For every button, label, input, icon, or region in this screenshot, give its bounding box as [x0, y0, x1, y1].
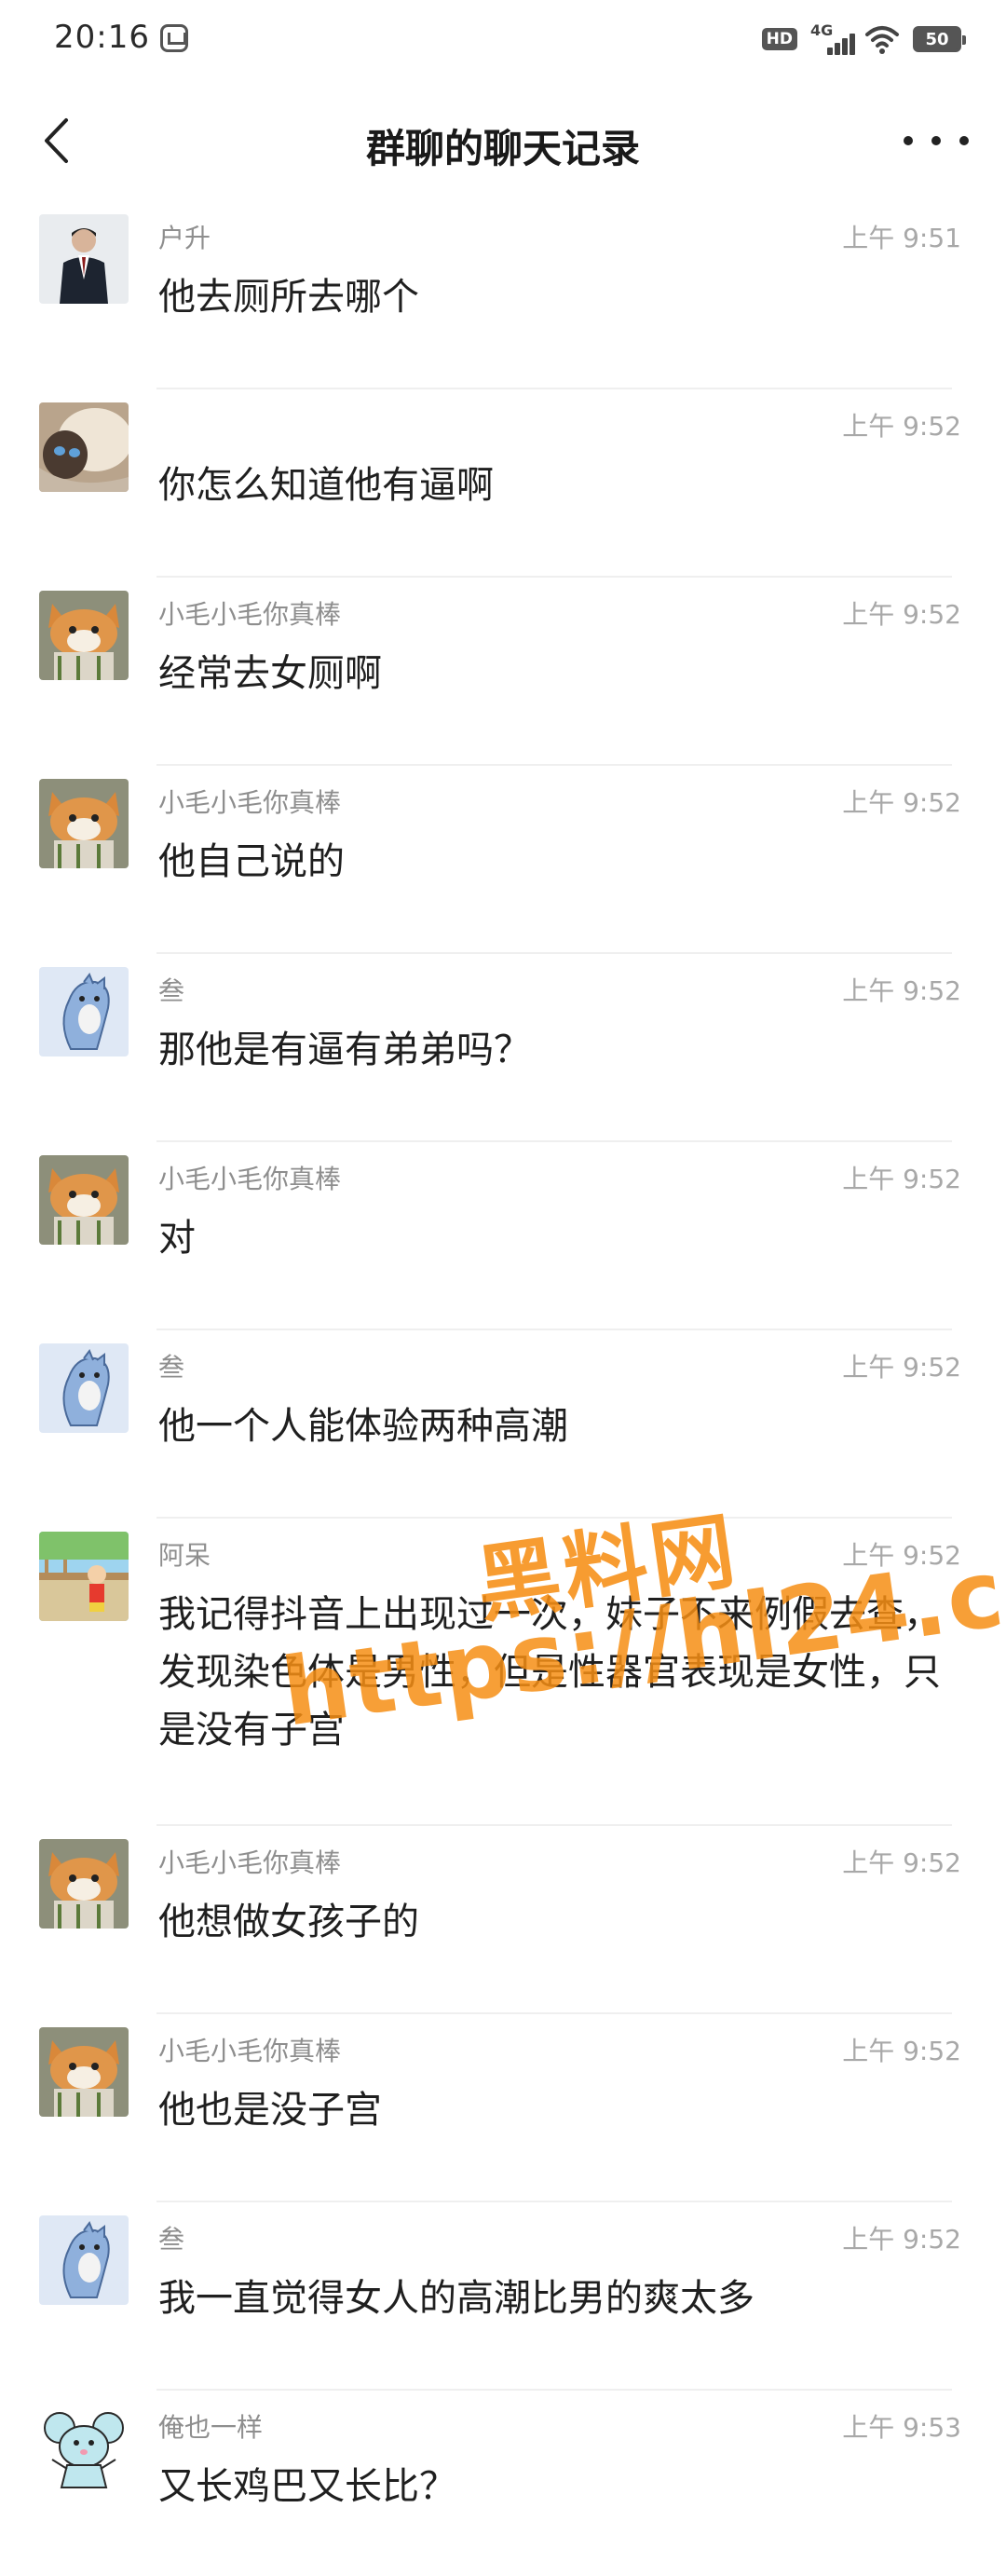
hd-icon: HD: [761, 28, 797, 50]
message-text: 对: [158, 1217, 196, 1260]
orange-cat-avatar[interactable]: [39, 779, 129, 868]
message-item[interactable]: 小毛小毛你真棒 上午 9:52 对: [0, 1142, 1006, 1330]
sender-name: 小毛小毛你真棒: [158, 599, 342, 630]
orange-cat-avatar[interactable]: [39, 1155, 129, 1245]
sender-name: 小毛小毛你真棒: [158, 787, 342, 818]
message-text: 他去厕所去哪个: [158, 276, 419, 319]
message-text: 他想做女孩子的: [158, 1901, 419, 1943]
message-text: 经常去女厕啊: [158, 652, 382, 695]
message-text: 他一个人能体验两种高潮: [158, 1405, 568, 1448]
message-time: 上午 9:52: [842, 787, 961, 818]
message-text: 又长鸡巴又长比？: [158, 2465, 456, 2508]
message-text: 他自己说的: [158, 840, 345, 883]
message-time: 上午 9:52: [842, 2036, 961, 2066]
sender-name: 叁: [158, 2224, 185, 2255]
page-title: 群聊的聊天记录: [365, 126, 640, 171]
battery-level: 50: [925, 29, 949, 49]
blue-dinosaur-avatar[interactable]: [39, 1343, 129, 1433]
message-text: 那他是有逼有弟弟吗？: [158, 1029, 531, 1071]
message-text: 他也是没子宫: [158, 2089, 382, 2132]
status-time: 20:16: [54, 19, 150, 56]
battery-icon: 50: [913, 26, 966, 52]
cellular-signal-icon: 4G: [810, 21, 855, 55]
wifi-icon: [864, 23, 900, 55]
message-item[interactable]: 小毛小毛你真棒 上午 9:52 经常去女厕啊: [0, 578, 1006, 766]
message-text: 你怎么知道他有逼啊: [158, 464, 494, 507]
more-button[interactable]: [904, 117, 969, 164]
gallery-icon: [160, 24, 188, 52]
message-text: 我记得抖音上出现过一次，妹子不来例假去查，发现染色体是男性，但是性器官表现是女性…: [158, 1593, 941, 1751]
nav-bar: 群聊的聊天记录: [0, 80, 1006, 201]
sender-name: 叁: [158, 975, 185, 1006]
message-time: 上午 9:52: [842, 1540, 961, 1571]
blue-dinosaur-avatar[interactable]: [39, 967, 129, 1056]
cartoon-boy-avatar[interactable]: [39, 1532, 129, 1621]
message-time: 上午 9:52: [842, 411, 961, 442]
message-time: 上午 9:52: [842, 1164, 961, 1194]
message-item[interactable]: 小毛小毛你真棒 上午 9:52 他自己说的: [0, 766, 1006, 954]
message-item[interactable]: 叁 上午 9:52 他一个人能体验两种高潮: [0, 1330, 1006, 1519]
sender-name: 叁: [158, 1352, 185, 1383]
orange-cat-avatar[interactable]: [39, 1839, 129, 1929]
orange-cat-avatar[interactable]: [39, 591, 129, 680]
status-indicators: HD 4G 50: [761, 20, 966, 58]
orange-cat-avatar[interactable]: [39, 2027, 129, 2117]
message-time: 上午 9:52: [842, 1352, 961, 1383]
message-time: 上午 9:52: [842, 975, 961, 1006]
message-time: 上午 9:53: [842, 2412, 961, 2443]
status-bar: 20:16 HD 4G 50: [0, 0, 1006, 80]
man-in-suit-avatar[interactable]: [39, 214, 129, 304]
message-item[interactable]: 叁 上午 9:52 我一直觉得女人的高潮比男的爽太多: [0, 2202, 1006, 2391]
message-item[interactable]: 阿呆 上午 9:52 我记得抖音上出现过一次，妹子不来例假去查，发现染色体是男性…: [0, 1519, 1006, 1826]
network-type-label: 4G: [810, 21, 834, 39]
message-item[interactable]: 叁 上午 9:52 那他是有逼有弟弟吗？: [0, 954, 1006, 1142]
cartoon-mouse-avatar[interactable]: [39, 2404, 129, 2493]
message-list[interactable]: 户升 上午 9:51 他去厕所去哪个 上午 9:52 你怎么知道他有逼啊 小毛小…: [0, 201, 1006, 2576]
message-item[interactable]: 小毛小毛你真棒 上午 9:52 他想做女孩子的: [0, 1826, 1006, 2014]
sender-name: 阿呆: [158, 1540, 211, 1571]
blue-dinosaur-avatar[interactable]: [39, 2215, 129, 2305]
message-item[interactable]: 户升 上午 9:51 他去厕所去哪个: [0, 201, 1006, 389]
message-time: 上午 9:52: [842, 2224, 961, 2255]
sender-name: 小毛小毛你真棒: [158, 1164, 342, 1194]
message-time: 上午 9:52: [842, 599, 961, 630]
more-dots-icon: [904, 136, 913, 145]
sender-name: 小毛小毛你真棒: [158, 1847, 342, 1878]
message-text: 我一直觉得女人的高潮比男的爽太多: [158, 2277, 754, 2320]
message-time: 上午 9:51: [842, 223, 961, 253]
message-item[interactable]: 上午 9:52 你怎么知道他有逼啊: [0, 389, 1006, 578]
sender-name: 小毛小毛你真棒: [158, 2036, 342, 2066]
sender-name: 俺也一样: [158, 2412, 264, 2443]
message-item[interactable]: 俺也一样 上午 9:53 又长鸡巴又长比？: [0, 2391, 1006, 2576]
message-item[interactable]: 小毛小毛你真棒 上午 9:52 他也是没子宫: [0, 2014, 1006, 2202]
message-time: 上午 9:52: [842, 1847, 961, 1878]
siamese-cat-avatar[interactable]: [39, 402, 129, 492]
sender-name: 户升: [158, 223, 211, 253]
